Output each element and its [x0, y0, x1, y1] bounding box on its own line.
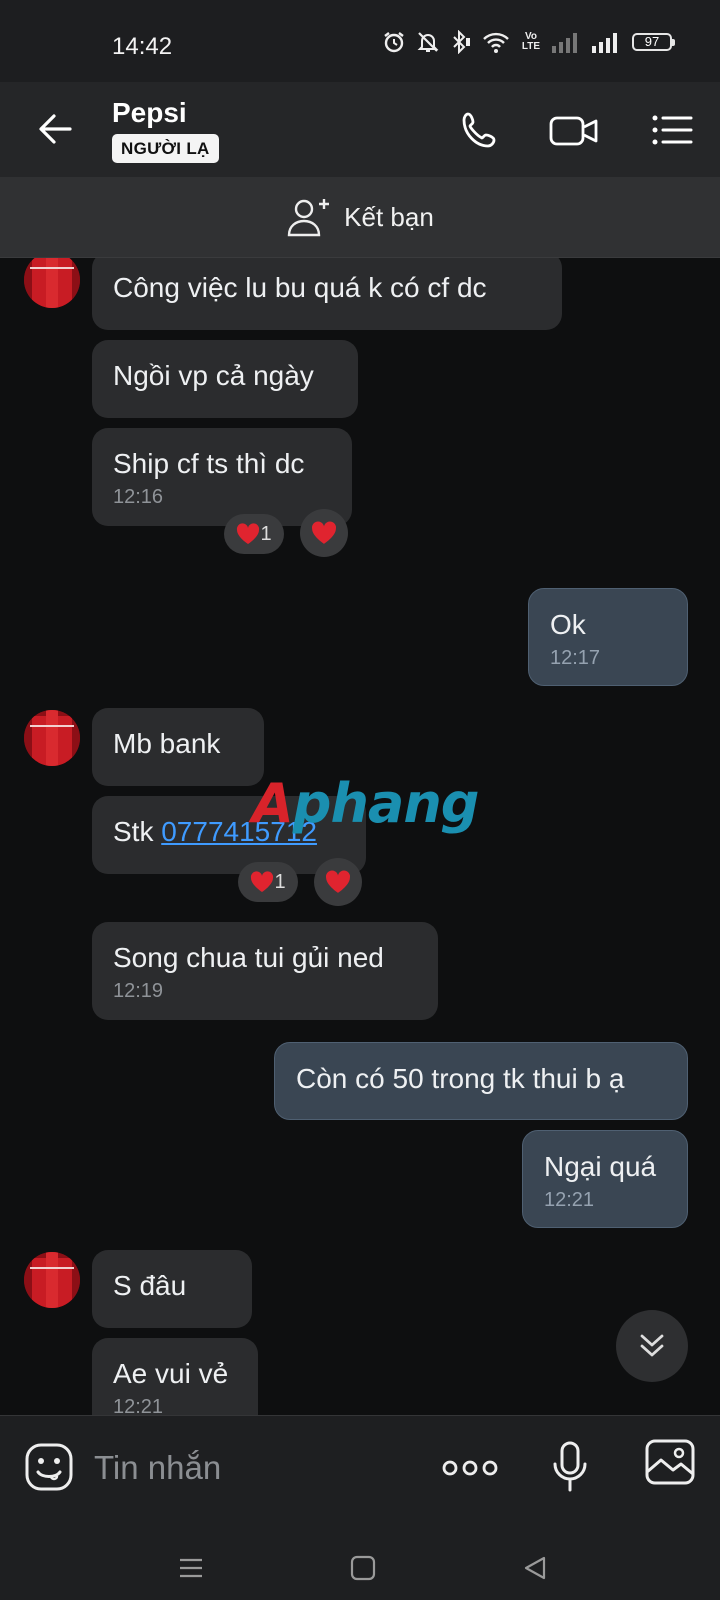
scroll-to-bottom-button[interactable]: [616, 1310, 688, 1382]
message-bubble[interactable]: Còn có 50 trong tk thui b ạ: [274, 1042, 688, 1120]
stranger-badge: NGƯỜI LẠ: [112, 134, 219, 163]
message-bubble[interactable]: Công việc lu bu quá k có cf dc: [92, 258, 562, 330]
menu-icon[interactable]: [650, 108, 694, 152]
react-button[interactable]: [300, 509, 348, 557]
status-bar: 14:42 Vo LTE 97: [0, 0, 720, 82]
back-nav-icon[interactable]: [522, 1555, 548, 1581]
image-icon[interactable]: [644, 1438, 696, 1486]
message-text: Song chua tui gủi ned: [113, 942, 384, 973]
status-icons: Vo LTE 97: [382, 30, 675, 54]
heart-icon: [251, 871, 274, 892]
message-text: Ae vui vẻ: [113, 1358, 229, 1389]
message-bubble[interactable]: Ngại quá 12:21: [522, 1130, 688, 1228]
reaction-count: 1: [260, 522, 272, 545]
message-text: Stk: [113, 816, 162, 847]
message-composer: Tin nhắn: [0, 1415, 720, 1536]
status-time: 14:42: [112, 33, 173, 60]
avatar[interactable]: [24, 1252, 80, 1308]
emoji-icon[interactable]: [24, 1442, 74, 1492]
message-text: S đâu: [113, 1270, 187, 1301]
message-text: Mb bank: [113, 728, 221, 759]
home-icon[interactable]: [350, 1555, 376, 1581]
signal-icon: [592, 33, 617, 53]
add-friend-label: Kết bạn: [344, 201, 434, 232]
message-input[interactable]: Tin nhắn: [94, 1449, 221, 1487]
wifi-icon: [483, 32, 509, 53]
message-time: 12:17: [550, 647, 601, 669]
reaction-count: 1: [274, 870, 286, 893]
signal-icon: [552, 33, 577, 53]
network-label: Vo LTE: [521, 31, 541, 52]
message-text: Ok: [550, 609, 586, 640]
avatar[interactable]: [24, 710, 80, 766]
message-time: 12:19: [113, 980, 164, 1002]
reaction-badge[interactable]: 1: [238, 862, 298, 902]
alarm-icon: [384, 32, 404, 53]
watermark-logo: Aphang: [252, 772, 479, 835]
message-time: 12:21: [113, 1396, 164, 1415]
message-text: Còn có 50 trong tk thui b ạ: [296, 1063, 625, 1094]
message-bubble[interactable]: Song chua tui gủi ned 12:19: [92, 922, 438, 1020]
video-call-icon[interactable]: [548, 108, 600, 152]
message-bubble[interactable]: Mb bank: [92, 708, 264, 786]
chat-header: Pepsi NGƯỜI LẠ: [0, 82, 720, 177]
message-text: Ship cf ts thì dc: [113, 448, 305, 479]
bluetooth-icon: [453, 30, 470, 54]
add-friend-icon: [287, 199, 330, 237]
message-bubble[interactable]: Ngồi vp cả ngày: [92, 340, 358, 418]
message-time: 12:16: [113, 486, 164, 508]
message-list[interactable]: Công việc lu bu quá k có cf dc Ngồi vp c…: [0, 258, 720, 1415]
recent-apps-icon[interactable]: [178, 1555, 204, 1581]
microphone-icon[interactable]: [551, 1440, 589, 1494]
reaction-badge[interactable]: 1: [224, 514, 284, 554]
message-bubble[interactable]: Ae vui vẻ 12:21: [92, 1338, 258, 1415]
heart-icon: [311, 521, 337, 544]
back-arrow-icon[interactable]: [30, 104, 80, 154]
battery-indicator: 97: [632, 33, 675, 51]
message-text: Ngồi vp cả ngày: [113, 360, 314, 391]
contact-name[interactable]: Pepsi: [112, 97, 187, 129]
message-time: 12:21: [544, 1189, 595, 1211]
message-text: Công việc lu bu quá k có cf dc: [113, 272, 487, 303]
message-bubble[interactable]: S đâu: [92, 1250, 252, 1328]
phone-icon[interactable]: [458, 108, 502, 152]
system-nav-bar: [0, 1535, 720, 1600]
mute-icon: [417, 32, 439, 52]
heart-icon: [325, 870, 351, 893]
more-icon[interactable]: [442, 1458, 498, 1478]
heart-icon: [237, 523, 260, 544]
scroll-down-icon: [640, 1334, 664, 1357]
avatar[interactable]: [24, 258, 80, 308]
react-button[interactable]: [314, 858, 362, 906]
add-friend-button[interactable]: Kết bạn: [0, 177, 720, 258]
message-text: Ngại quá: [544, 1151, 657, 1182]
message-bubble[interactable]: Ok 12:17: [528, 588, 688, 686]
